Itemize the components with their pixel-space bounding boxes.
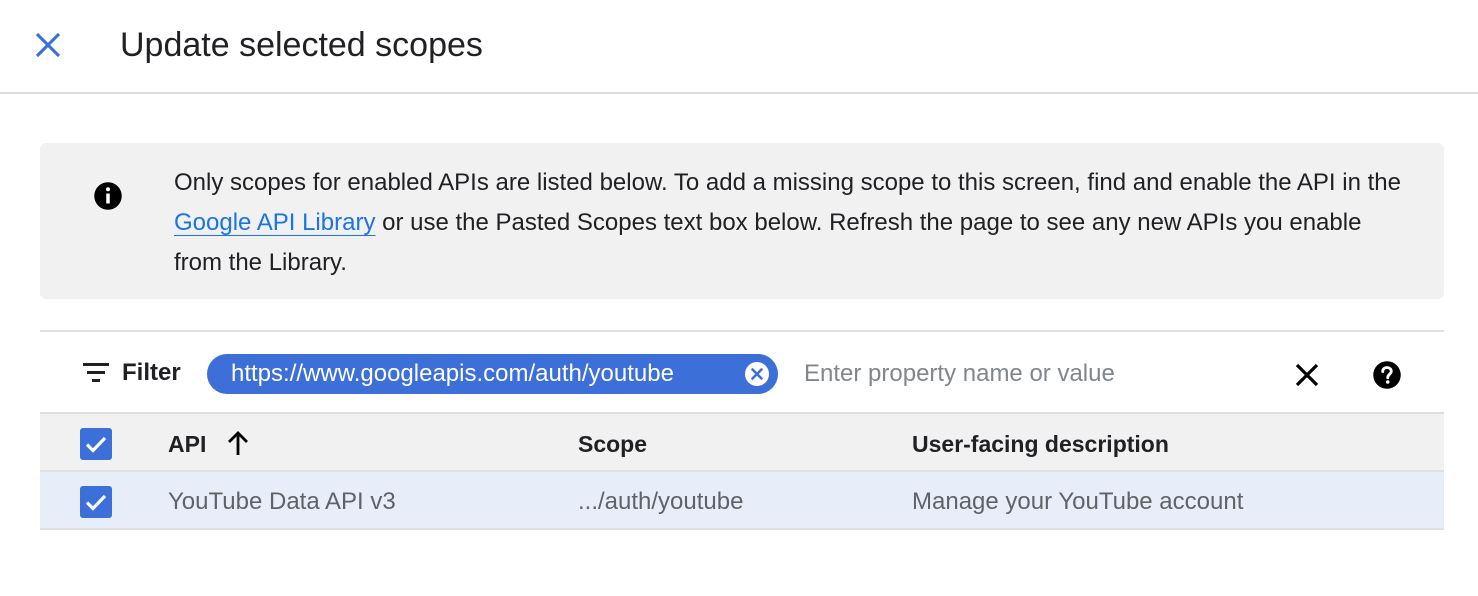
column-header-description[interactable]: User-facing description — [912, 430, 1169, 458]
dialog-title: Update selected scopes — [120, 26, 483, 64]
cell-description: Manage your YouTube account — [912, 488, 1244, 515]
google-api-library-link[interactable]: Google API Library — [174, 209, 375, 236]
cell-api: YouTube Data API v3 — [168, 488, 396, 515]
dialog-header: Update selected scopes — [0, 0, 1478, 94]
column-header-api[interactable]: API — [168, 430, 206, 458]
table-row[interactable]: YouTube Data API v3 .../auth/youtube Man… — [40, 472, 1444, 530]
checkmark-icon — [85, 436, 107, 453]
filter-bar: Filter https://www.googleapis.com/auth/y… — [40, 332, 1444, 414]
scopes-table: Filter https://www.googleapis.com/auth/y… — [40, 330, 1444, 530]
row-checkbox[interactable] — [80, 486, 112, 518]
info-banner: Only scopes for enabled APIs are listed … — [40, 143, 1444, 299]
column-header-scope[interactable]: Scope — [578, 430, 647, 458]
filter-input[interactable] — [804, 356, 1264, 392]
filter-chip-label: https://www.googleapis.com/auth/youtube — [231, 360, 674, 387]
info-icon — [94, 182, 122, 210]
remove-chip-icon[interactable] — [744, 361, 770, 387]
select-all-checkbox[interactable] — [80, 428, 112, 460]
checkmark-icon — [85, 494, 107, 511]
filter-chip[interactable]: https://www.googleapis.com/auth/youtube — [207, 354, 778, 394]
help-icon[interactable] — [1372, 360, 1402, 390]
cell-scope: .../auth/youtube — [578, 488, 744, 515]
banner-text-before: Only scopes for enabled APIs are listed … — [174, 169, 1401, 196]
banner-message: Only scopes for enabled APIs are listed … — [174, 163, 1414, 283]
arrow-up-icon[interactable] — [226, 430, 250, 456]
close-icon — [35, 32, 61, 58]
filter-label: Filter — [122, 359, 181, 386]
filter-icon[interactable] — [82, 361, 110, 383]
clear-filter-icon[interactable] — [1292, 360, 1322, 390]
close-dialog-button[interactable] — [28, 25, 68, 65]
table-header: API Scope User-facing description — [40, 414, 1444, 472]
